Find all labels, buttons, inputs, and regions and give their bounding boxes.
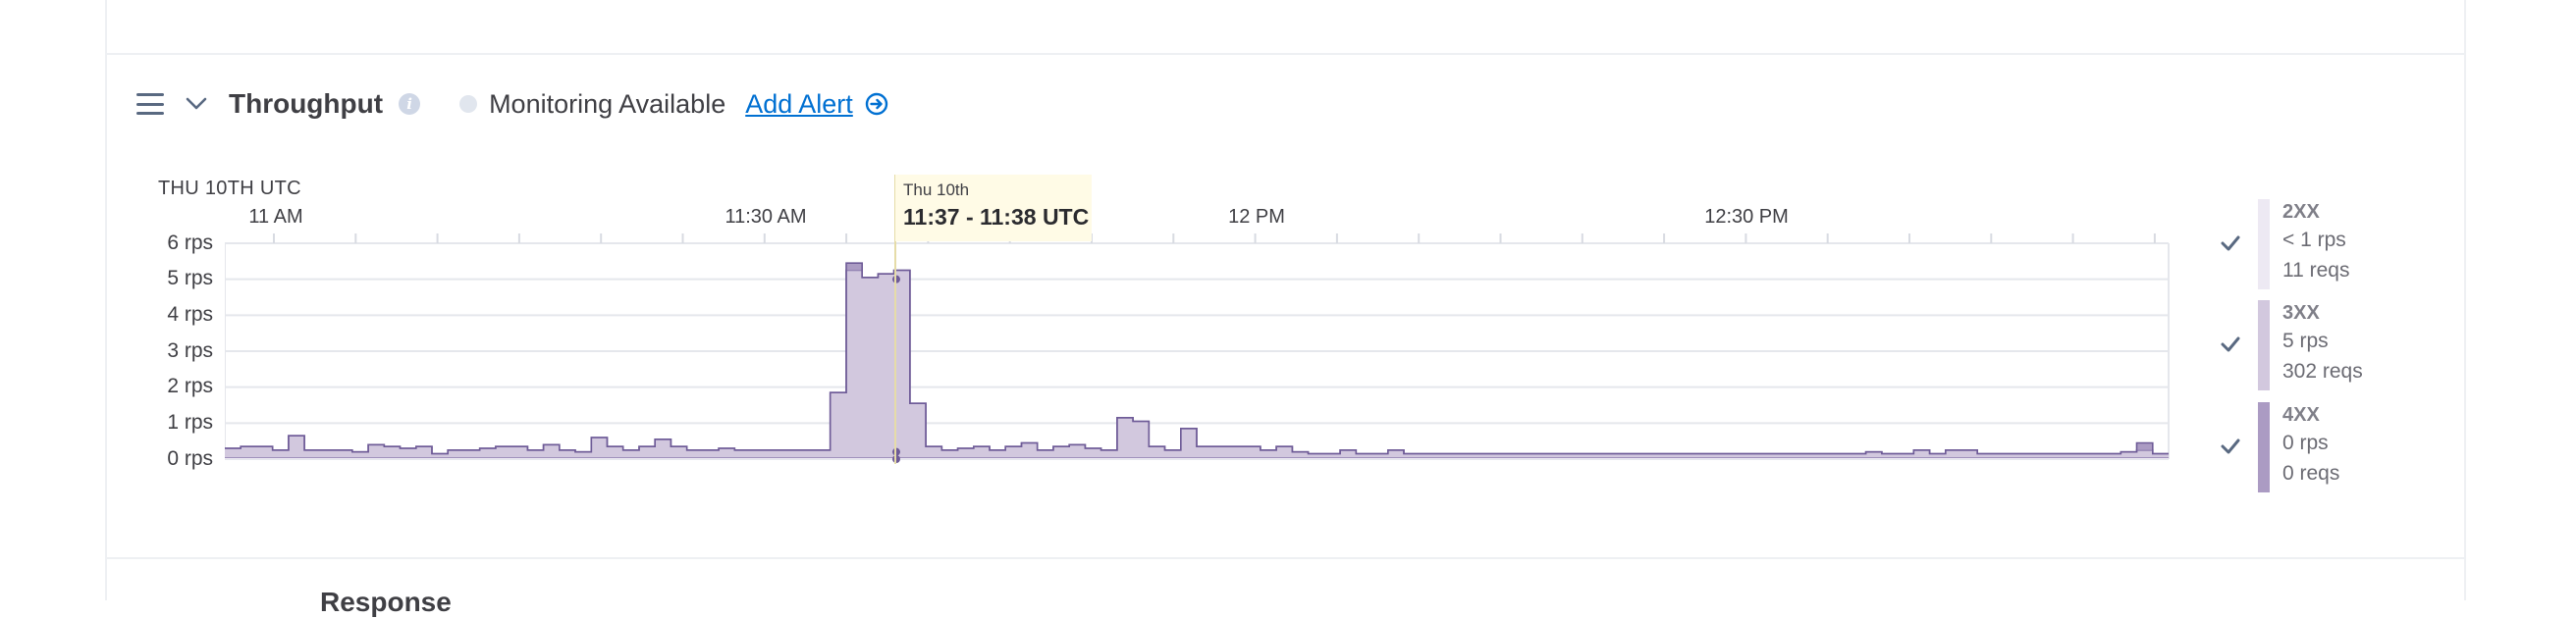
arrow-circle-right-icon[interactable] xyxy=(865,92,888,116)
check-icon xyxy=(2220,334,2241,355)
drag-handle-icon[interactable] xyxy=(136,93,164,115)
legend-code: 2XX xyxy=(2282,201,2320,224)
chevron-down-icon[interactable] xyxy=(186,97,207,111)
throughput-chart[interactable] xyxy=(225,231,2178,471)
legend-reqs: 302 reqs xyxy=(2282,360,2363,384)
check-icon xyxy=(2220,436,2241,457)
legend-item-4xx[interactable]: 4XX 0 rps 0 reqs xyxy=(2220,402,2396,492)
y-tick-label: 0 rps xyxy=(105,447,213,471)
date-caption: THU 10TH UTC xyxy=(158,178,301,200)
legend-code: 3XX xyxy=(2282,302,2320,325)
y-tick-label: 1 rps xyxy=(105,411,213,435)
add-alert-link[interactable]: Add Alert xyxy=(745,89,853,120)
legend-item-3xx[interactable]: 3XX 5 rps 302 reqs xyxy=(2220,300,2396,390)
info-icon[interactable]: i xyxy=(399,93,420,115)
bottom-divider xyxy=(107,557,2464,559)
legend-rate: 0 rps xyxy=(2282,432,2329,455)
hover-tooltip: Thu 10th 11:37 - 11:38 UTC xyxy=(895,175,1092,241)
y-tick-label: 6 rps xyxy=(105,232,213,255)
legend-swatch xyxy=(2258,402,2270,492)
time-label: 11:30 AM xyxy=(724,206,806,229)
legend-rate: 5 rps xyxy=(2282,330,2329,353)
metrics-panel: Throughput i Monitoring Available Add Al… xyxy=(105,0,2466,600)
legend-swatch xyxy=(2258,300,2270,390)
tooltip-range: 11:37 - 11:38 UTC xyxy=(903,204,1084,231)
y-tick-label: 5 rps xyxy=(105,267,213,290)
legend-reqs: 11 reqs xyxy=(2282,259,2350,283)
next-metric-title: Response xyxy=(320,587,452,618)
y-tick-label: 2 rps xyxy=(105,375,213,398)
series-area-4xx xyxy=(225,263,2169,453)
legend-swatch xyxy=(2258,199,2270,289)
monitoring-status-text: Monitoring Available xyxy=(489,89,725,120)
time-label: 11 AM xyxy=(248,206,302,229)
metric-title: Throughput xyxy=(229,88,383,120)
legend-code: 4XX xyxy=(2282,404,2320,427)
monitoring-status-dot xyxy=(459,95,477,113)
legend-item-2xx[interactable]: 2XX < 1 rps 11 reqs xyxy=(2220,199,2396,289)
y-tick-label: 4 rps xyxy=(105,303,213,327)
tooltip-day: Thu 10th xyxy=(903,180,1084,200)
time-label: 12 PM xyxy=(1228,206,1285,229)
top-divider xyxy=(107,53,2464,55)
series-line-3xx xyxy=(225,271,2169,454)
throughput-header: Throughput i Monitoring Available Add Al… xyxy=(136,82,888,126)
legend-reqs: 0 reqs xyxy=(2282,462,2339,486)
y-tick-label: 3 rps xyxy=(105,339,213,363)
series-line-4xx xyxy=(225,263,2169,453)
check-icon xyxy=(2220,232,2241,254)
legend-rate: < 1 rps xyxy=(2282,229,2346,252)
time-label: 12:30 PM xyxy=(1704,206,1789,229)
